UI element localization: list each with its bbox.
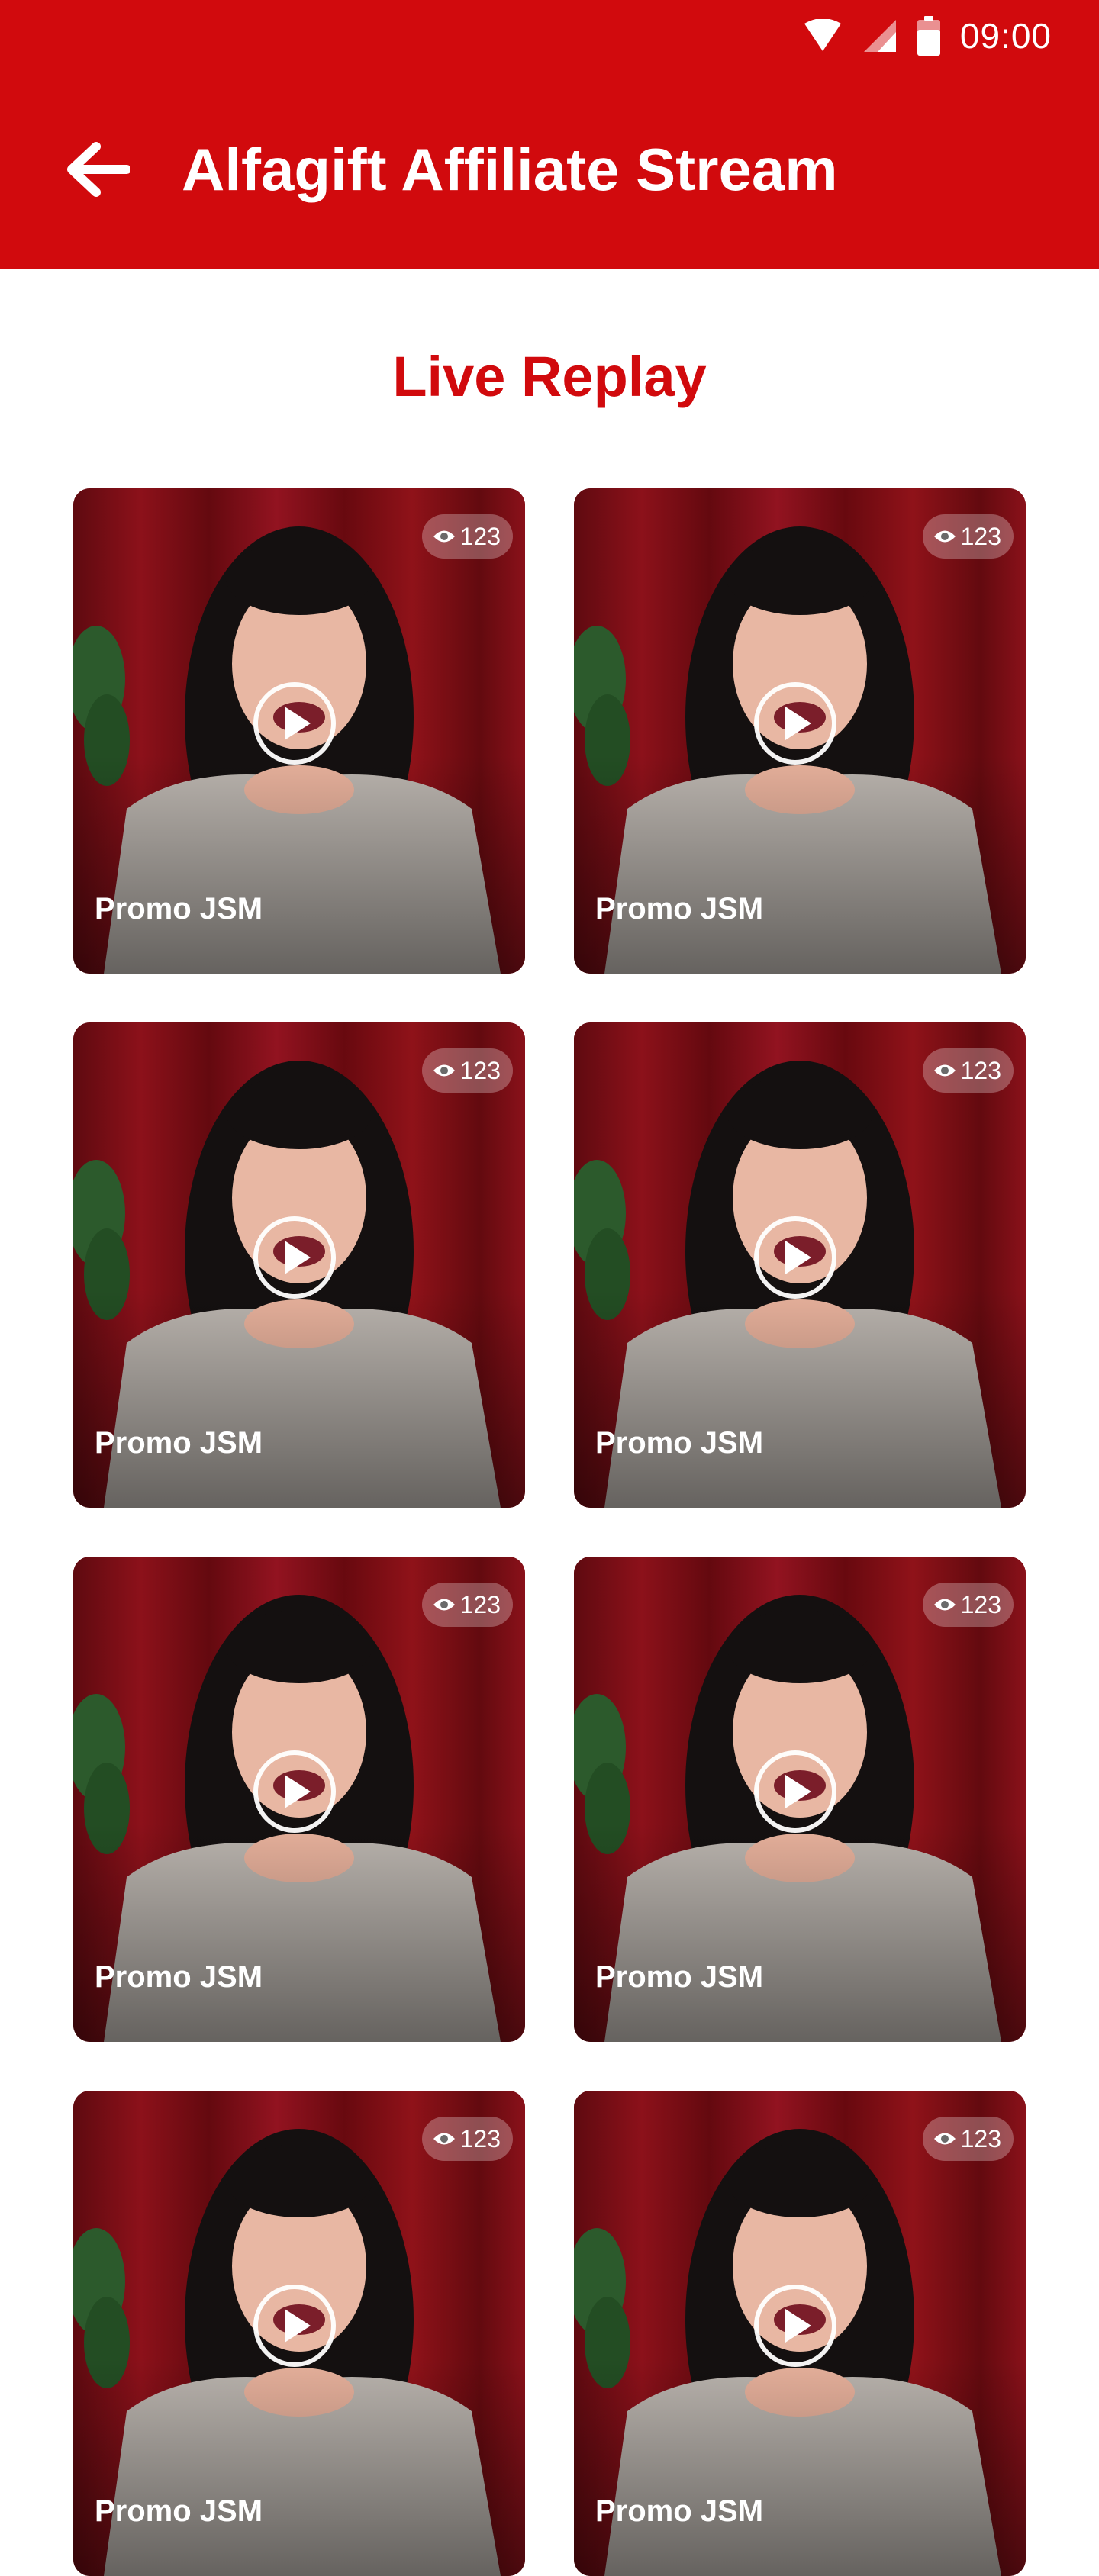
play-icon[interactable] bbox=[253, 1750, 336, 1833]
video-grid: 123 Promo JSM 123 Promo JSM 123 Promo JS… bbox=[73, 488, 1026, 2576]
arrow-left-icon bbox=[67, 142, 130, 197]
view-count-badge: 123 bbox=[922, 1048, 1014, 1093]
eye-icon bbox=[433, 1064, 455, 1077]
video-title: Promo JSM bbox=[95, 892, 263, 926]
video-card[interactable]: 123 Promo JSM bbox=[574, 2091, 1026, 2576]
view-count-badge: 123 bbox=[421, 2117, 513, 2161]
video-title: Promo JSM bbox=[595, 2494, 764, 2528]
play-icon[interactable] bbox=[253, 2285, 336, 2367]
eye-icon bbox=[933, 2133, 956, 2145]
view-count: 123 bbox=[960, 1590, 1001, 1618]
view-count-badge: 123 bbox=[922, 514, 1014, 559]
eye-icon bbox=[933, 1599, 956, 1611]
status-bar: 09:00 bbox=[803, 12, 1052, 60]
play-icon[interactable] bbox=[253, 1216, 336, 1299]
view-count-badge: 123 bbox=[922, 1583, 1014, 1627]
video-title: Promo JSM bbox=[95, 1426, 263, 1460]
view-count: 123 bbox=[459, 1056, 501, 1084]
page-title: Alfagift Affiliate Stream bbox=[182, 136, 838, 203]
app-header: 09:00 Alfagift Affiliate Stream bbox=[0, 0, 1099, 269]
view-count-badge: 123 bbox=[421, 1048, 513, 1093]
play-icon[interactable] bbox=[754, 1750, 836, 1833]
video-card[interactable]: 123 Promo JSM bbox=[73, 2091, 525, 2576]
eye-icon bbox=[433, 530, 455, 543]
video-card[interactable]: 123 Promo JSM bbox=[574, 488, 1026, 974]
play-icon[interactable] bbox=[754, 2285, 836, 2367]
video-card[interactable]: 123 Promo JSM bbox=[574, 1557, 1026, 2042]
wifi-icon bbox=[803, 19, 843, 53]
battery-icon bbox=[917, 16, 940, 56]
view-count-badge: 123 bbox=[421, 1583, 513, 1627]
video-title: Promo JSM bbox=[95, 2494, 263, 2528]
view-count: 123 bbox=[960, 1056, 1001, 1084]
eye-icon bbox=[433, 2133, 455, 2145]
cellular-signal-icon bbox=[862, 18, 898, 53]
play-icon[interactable] bbox=[754, 1216, 836, 1299]
eye-icon bbox=[933, 1064, 956, 1077]
eye-icon bbox=[433, 1599, 455, 1611]
section-title: Live Replay bbox=[392, 345, 707, 408]
view-count: 123 bbox=[960, 2124, 1001, 2153]
view-count: 123 bbox=[459, 1590, 501, 1618]
view-count-badge: 123 bbox=[922, 2117, 1014, 2161]
status-time: 09:00 bbox=[959, 16, 1052, 56]
play-icon[interactable] bbox=[253, 682, 336, 765]
video-title: Promo JSM bbox=[95, 1960, 263, 1994]
video-card[interactable]: 123 Promo JSM bbox=[574, 1022, 1026, 1508]
video-card[interactable]: 123 Promo JSM bbox=[73, 1557, 525, 2042]
play-icon[interactable] bbox=[754, 682, 836, 765]
view-count-badge: 123 bbox=[421, 514, 513, 559]
back-button[interactable] bbox=[61, 137, 134, 201]
video-title: Promo JSM bbox=[595, 1426, 764, 1460]
video-card[interactable]: 123 Promo JSM bbox=[73, 1022, 525, 1508]
video-title: Promo JSM bbox=[595, 1960, 764, 1994]
video-title: Promo JSM bbox=[595, 892, 764, 926]
view-count: 123 bbox=[459, 522, 501, 550]
view-count: 123 bbox=[960, 522, 1001, 550]
eye-icon bbox=[933, 530, 956, 543]
video-card[interactable]: 123 Promo JSM bbox=[73, 488, 525, 974]
view-count: 123 bbox=[459, 2124, 501, 2153]
